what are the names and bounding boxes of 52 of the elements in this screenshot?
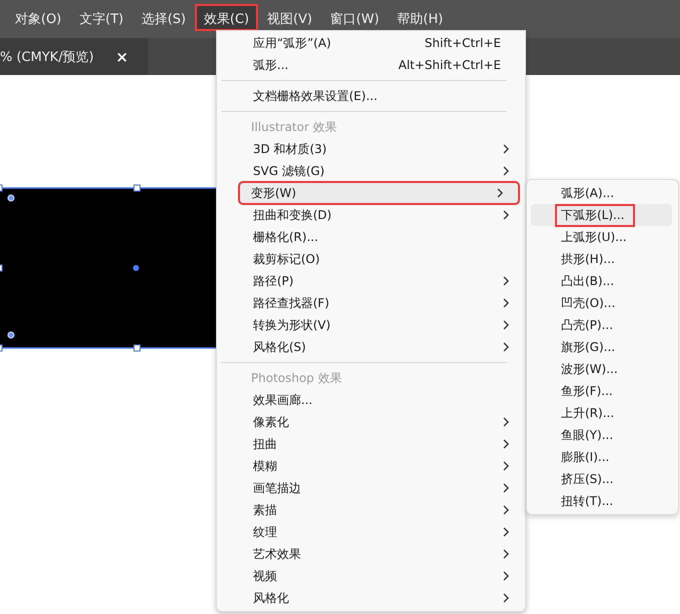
menu-item[interactable]: 风格化(S): [219, 336, 525, 358]
menu-item[interactable]: 鱼眼(Y)...: [531, 424, 672, 446]
menu-item[interactable]: 转换为形状(V): [219, 314, 525, 336]
menu-item[interactable]: 路径查找器(F): [219, 292, 525, 314]
menu-item[interactable]: 鱼形(F)...: [531, 380, 672, 402]
menu-item[interactable]: 凹壳(O)...: [531, 292, 672, 314]
menu-item[interactable]: 素描: [219, 499, 525, 521]
menu-item[interactable]: 上升(R)...: [531, 402, 672, 424]
menu-item[interactable]: 凸出(B)...: [531, 270, 672, 292]
menu-item[interactable]: 纹理: [219, 521, 525, 543]
menu-item[interactable]: 像素化: [219, 411, 525, 433]
menu-item[interactable]: 裁剪标记(O): [219, 248, 525, 270]
menu-bar-item[interactable]: 效果(C): [194, 4, 258, 31]
menu-item[interactable]: 应用“弧形”(A) Shift+Ctrl+E: [219, 32, 525, 54]
menu-item[interactable]: 波形(W)...: [531, 358, 672, 380]
menu-item[interactable]: 扭曲: [219, 433, 525, 455]
menu-item[interactable]: 拱形(H)...: [531, 248, 672, 270]
menu-bar-item[interactable]: 文字(T): [70, 4, 132, 31]
menu-item[interactable]: 变形(W): [239, 182, 519, 204]
document-tab-title: % (CMYK/预览): [0, 48, 94, 66]
menu-item[interactable]: 弧形(A)...: [531, 182, 672, 204]
menu-item[interactable]: 风格化: [219, 587, 525, 609]
menu-item[interactable]: 弧形... Alt+Shift+Ctrl+E: [219, 54, 525, 76]
shortcut-label: Alt+Shift+Ctrl+E: [398, 58, 501, 72]
menu-item[interactable]: 凸壳(P)...: [531, 314, 672, 336]
menu-item[interactable]: 下弧形(L)...: [531, 204, 672, 226]
menu-item[interactable]: SVG 滤镜(G): [219, 160, 525, 182]
menu-item[interactable]: 膨胀(I)...: [531, 446, 672, 468]
menu-item[interactable]: 旗形(G)...: [531, 336, 672, 358]
menu-item[interactable]: 视频: [219, 565, 525, 587]
menu-item[interactable]: 3D 和材质(3): [219, 138, 525, 160]
menu-item[interactable]: 栅格化(R)...: [219, 226, 525, 248]
menu-item[interactable]: 模糊: [219, 455, 525, 477]
menu-item[interactable]: 上弧形(U)...: [531, 226, 672, 248]
menu-item[interactable]: 扭转(T)...: [531, 490, 672, 512]
menu-item[interactable]: 艺术效果: [219, 543, 525, 565]
menu-item[interactable]: 扭曲和变换(D): [219, 204, 525, 226]
menu-item[interactable]: 路径(P): [219, 270, 525, 292]
menu-item[interactable]: 效果画廊...: [219, 389, 525, 411]
menu-bar-item[interactable]: 帮助(H): [388, 4, 452, 31]
close-button[interactable]: ×: [116, 48, 128, 66]
menu-item[interactable]: 画笔描边: [219, 477, 525, 499]
document-tab[interactable]: % (CMYK/预览) ×: [0, 38, 148, 75]
menu-bar-item[interactable]: 对象(O): [6, 4, 70, 31]
menu-bar-item[interactable]: 视图(V): [258, 4, 322, 31]
menu-bar-item[interactable]: 选择(S): [132, 4, 195, 31]
menu-section-header: Illustrator 效果: [251, 118, 337, 136]
menu-item[interactable]: 文档栅格效果设置(E)...: [219, 85, 525, 107]
shortcut-label: Shift+Ctrl+E: [424, 36, 501, 50]
menu-section-header: Photoshop 效果: [251, 370, 342, 386]
menu-bar-item[interactable]: 窗口(W): [321, 4, 388, 31]
menu-item[interactable]: 挤压(S)...: [531, 468, 672, 490]
